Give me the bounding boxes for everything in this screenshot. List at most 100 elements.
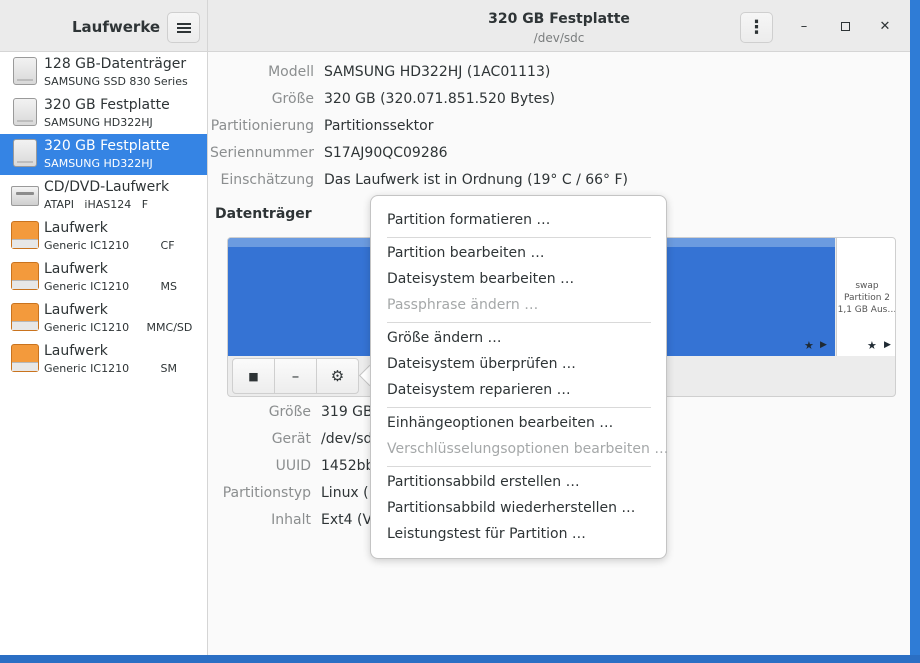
hard-disk-icon	[13, 139, 37, 167]
minus-icon: –	[291, 367, 300, 385]
device-name: 128 GB-Datenträger	[44, 56, 187, 72]
gears-icon: ⚙	[330, 367, 345, 385]
device-model: Generic IC1210 MS	[44, 280, 178, 293]
partitioning-value: Partitionssektor	[324, 118, 434, 134]
sidebar-title: Laufwerke	[72, 18, 161, 36]
hard-disk-icon	[13, 98, 37, 126]
partition-options-button[interactable]: ⚙	[317, 359, 358, 393]
partition-context-menu: Partition formatieren … Partition bearbe…	[370, 195, 669, 559]
app-menu-button[interactable]	[167, 12, 200, 43]
menu-separator	[387, 322, 651, 323]
swap-number: Partition 2	[843, 293, 891, 303]
memory-card-icon	[11, 303, 39, 331]
device-name: 320 GB Festplatte	[44, 138, 170, 154]
partitioning-label: Partitionierung	[210, 118, 314, 134]
swap-partition-block[interactable]: swap Partition 2 1,1 GB Aus… ★ ▶	[836, 238, 896, 356]
device-model: ATAPI iHAS124 F	[44, 198, 149, 211]
menu-item-edit-filesystem[interactable]: Dateisystem bearbeiten …	[387, 271, 574, 287]
device-model: Generic IC1210 CF	[44, 239, 175, 252]
kebab-menu-icon: ⋮	[747, 17, 766, 38]
device-name: Laufwerk	[44, 220, 108, 236]
device-item[interactable]: CD/DVD-Laufwerk ATAPI iHAS124 F	[0, 175, 207, 216]
device-name: CD/DVD-Laufwerk	[44, 179, 170, 195]
play-icon: ▶	[820, 340, 827, 350]
menu-separator	[387, 407, 651, 408]
device-name: 320 GB Festplatte	[44, 97, 170, 113]
hard-disk-icon	[13, 57, 37, 85]
minimize-icon: –	[800, 18, 808, 34]
swap-type: swap	[855, 281, 879, 291]
device-value: /dev/sd	[321, 431, 373, 447]
partition-size-label: Größe	[268, 404, 311, 420]
device-item-selected[interactable]: 320 GB Festplatte SAMSUNG HD322HJ	[0, 134, 207, 175]
menu-item-check-filesystem[interactable]: Dateisystem überprüfen …	[387, 356, 576, 372]
device-name: Laufwerk	[44, 343, 108, 359]
menu-item-create-image[interactable]: Partitionsabbild erstellen …	[387, 474, 580, 490]
device-item[interactable]: Laufwerk Generic IC1210 SM	[0, 339, 207, 380]
device-item[interactable]: 320 GB Festplatte SAMSUNG HD322HJ	[0, 93, 207, 134]
memory-card-icon	[11, 221, 39, 249]
serial-value: S17AJ90QC09286	[324, 145, 448, 161]
volumes-heading: Datenträger	[215, 206, 312, 222]
device-model: SAMSUNG SSD 830 Series	[44, 75, 188, 88]
minimize-button[interactable]: –	[794, 16, 814, 36]
menu-item-benchmark[interactable]: Leistungstest für Partition …	[387, 526, 586, 542]
serial-label: Seriennummer	[209, 145, 314, 161]
stop-icon: ■	[248, 369, 259, 383]
device-item[interactable]: Laufwerk Generic IC1210 MMC/SD	[0, 298, 207, 339]
memory-card-icon	[11, 344, 39, 372]
menu-item-edit-partition[interactable]: Partition bearbeiten …	[387, 245, 544, 261]
assessment-value: Das Laufwerk ist in Ordnung (19° C / 66°…	[324, 172, 629, 188]
desktop-background-bottom	[0, 655, 920, 663]
device-model: SAMSUNG HD322HJ	[44, 157, 153, 170]
swap-size: 1,1 GB Aus…	[837, 305, 896, 315]
stop-button[interactable]: ■	[233, 359, 274, 393]
model-label: Modell	[268, 64, 314, 80]
close-icon: ✕	[879, 18, 891, 34]
device-model: SAMSUNG HD322HJ	[44, 116, 153, 129]
menu-separator	[387, 237, 651, 238]
device-label: Gerät	[271, 431, 311, 447]
device-model: Generic IC1210 MMC/SD	[44, 321, 193, 334]
star-icon: ★	[804, 339, 814, 352]
maximize-button[interactable]	[835, 16, 855, 36]
disks-window: Laufwerke 320 GB Festplatte /dev/sdc ⋮ –…	[0, 0, 920, 663]
device-name: Laufwerk	[44, 302, 108, 318]
device-model: Generic IC1210 SM	[44, 362, 178, 375]
menu-item-resize[interactable]: Größe ändern …	[387, 330, 502, 346]
device-item[interactable]: 128 GB-Datenträger SAMSUNG SSD 830 Serie…	[0, 52, 207, 93]
remove-partition-button[interactable]: –	[275, 359, 316, 393]
hamburger-icon	[176, 22, 191, 33]
desktop-background-right	[910, 0, 920, 663]
device-item[interactable]: Laufwerk Generic IC1210 MS	[0, 257, 207, 298]
partition-type-label: Partitionstyp	[222, 485, 311, 501]
size-label: Größe	[271, 91, 314, 107]
main-header: 320 GB Festplatte /dev/sdc ⋮ – ✕	[208, 0, 910, 52]
content-label: Inhalt	[271, 512, 311, 528]
star-icon: ★	[867, 339, 877, 352]
uuid-value: 1452bb	[321, 458, 375, 474]
menu-item-edit-encryption-options: Verschlüsselungsoptionen bearbeiten …	[387, 441, 669, 457]
device-item[interactable]: Laufwerk Generic IC1210 CF	[0, 216, 207, 257]
play-icon: ▶	[884, 340, 891, 350]
partition-size-value: 319 GB	[321, 404, 373, 420]
maximize-icon	[840, 21, 850, 31]
menu-item-format-partition[interactable]: Partition formatieren …	[387, 212, 550, 228]
memory-card-icon	[11, 262, 39, 290]
volume-toolbar: ■ – ⚙	[232, 358, 359, 394]
menu-separator	[387, 466, 651, 467]
assessment-label: Einschätzung	[220, 172, 314, 188]
menu-item-change-passphrase: Passphrase ändern …	[387, 297, 539, 313]
menu-item-edit-mount-options[interactable]: Einhängeoptionen bearbeiten …	[387, 415, 613, 431]
model-value: SAMSUNG HD322HJ (1AC01113)	[324, 64, 551, 80]
menu-item-restore-image[interactable]: Partitionsabbild wiederherstellen …	[387, 500, 635, 516]
device-sidebar: 128 GB-Datenträger SAMSUNG SSD 830 Serie…	[0, 52, 208, 655]
optical-drive-icon	[11, 186, 39, 206]
close-button[interactable]: ✕	[875, 16, 895, 36]
size-value: 320 GB (320.071.851.520 Bytes)	[324, 91, 555, 107]
device-name: Laufwerk	[44, 261, 108, 277]
menu-item-repair-filesystem[interactable]: Dateisystem reparieren …	[387, 382, 571, 398]
sidebar-header: Laufwerke	[0, 0, 208, 52]
uuid-label: UUID	[275, 458, 311, 474]
drive-menu-button[interactable]: ⋮	[740, 12, 773, 43]
